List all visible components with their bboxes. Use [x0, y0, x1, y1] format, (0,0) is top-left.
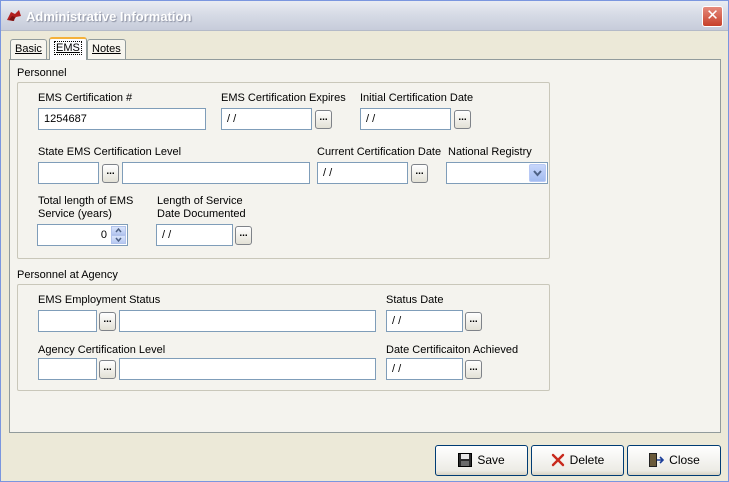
close-button-label: Close	[669, 453, 700, 467]
status-date-label: Status Date	[386, 294, 444, 306]
state-ems-cert-level-description[interactable]	[122, 162, 310, 184]
state-ems-cert-level-label: State EMS Certification Level	[38, 146, 182, 158]
initial-cert-date-picker-button[interactable]: ...	[454, 110, 471, 129]
window-title: Administrative Information	[26, 9, 192, 24]
tab-basic-label: Basic	[15, 43, 42, 55]
initial-cert-date-label: Initial Certification Date	[360, 92, 474, 104]
red-x-icon	[551, 453, 564, 467]
tab-notes[interactable]: Notes	[87, 39, 126, 60]
close-button[interactable]: Close	[627, 445, 721, 476]
date-cert-achieved-label: Date Certificaiton Achieved	[386, 344, 519, 356]
ems-cert-number-label: EMS Certification #	[38, 92, 133, 104]
app-icon	[7, 10, 21, 21]
floppy-disk-icon	[458, 452, 473, 467]
close-icon: ✕	[706, 7, 719, 24]
window-close-button[interactable]: ✕	[702, 6, 723, 27]
chevron-down-icon	[115, 237, 122, 243]
total-service-years-value: 0	[100, 229, 107, 241]
personnel-group: EMS Certification # 1254687 EMS Certific…	[17, 82, 550, 259]
stepper-arrows	[111, 226, 126, 244]
tab-ems-label: EMS	[54, 41, 82, 55]
admin-info-window: Administrative Information ✕ Basic EMS N…	[0, 0, 729, 482]
chevron-down-icon	[533, 170, 542, 177]
ems-cert-expires-input[interactable]: / /	[221, 108, 312, 130]
stepper-down-button[interactable]	[111, 235, 126, 244]
employment-status-description[interactable]	[119, 310, 376, 332]
chevron-up-icon	[115, 227, 122, 233]
national-registry-label: National Registry	[448, 146, 532, 158]
status-date-picker-button[interactable]: ...	[465, 312, 482, 331]
total-service-label-line2: Service (years)	[38, 208, 112, 220]
title-bar[interactable]: Administrative Information ✕	[1, 1, 728, 31]
tab-basic[interactable]: Basic	[10, 39, 47, 60]
tab-ems[interactable]: EMS	[49, 37, 87, 60]
employment-status-label: EMS Employment Status	[38, 294, 161, 306]
delete-button-label: Delete	[569, 453, 605, 467]
ems-cert-number-input[interactable]: 1254687	[38, 108, 206, 130]
initial-cert-date-input[interactable]: / /	[360, 108, 451, 130]
date-cert-achieved-input[interactable]: / /	[386, 358, 463, 380]
service-documented-label-line1: Length of Service	[157, 195, 243, 207]
service-documented-picker-button[interactable]: ...	[235, 226, 252, 245]
agency-group: EMS Employment Status ... Status Date / …	[17, 284, 550, 391]
status-date-input[interactable]: / /	[386, 310, 463, 332]
agency-group-label: Personnel at Agency	[17, 269, 118, 281]
exit-door-icon	[649, 452, 665, 467]
agency-cert-level-description[interactable]	[119, 358, 376, 380]
agency-cert-level-code-input[interactable]	[38, 358, 97, 380]
national-registry-select[interactable]	[446, 162, 548, 184]
ems-cert-expires-picker-button[interactable]: ...	[315, 110, 332, 129]
state-ems-cert-level-lookup-button[interactable]: ...	[102, 164, 119, 183]
personnel-group-label: Personnel	[17, 67, 67, 79]
current-cert-date-picker-button[interactable]: ...	[411, 164, 428, 183]
state-ems-cert-level-code-input[interactable]	[38, 162, 99, 184]
total-service-years-stepper[interactable]: 0	[37, 224, 128, 246]
dropdown-arrow[interactable]	[529, 164, 546, 182]
employment-status-code-input[interactable]	[38, 310, 97, 332]
service-documented-label-line2: Date Documented	[157, 208, 246, 220]
ems-cert-expires-label: EMS Certification Expires	[221, 92, 346, 104]
service-documented-date-input[interactable]: / /	[156, 224, 233, 246]
delete-button[interactable]: Delete	[531, 445, 624, 476]
employment-status-lookup-button[interactable]: ...	[99, 312, 116, 331]
stepper-up-button[interactable]	[111, 226, 126, 235]
tab-panel-ems: Personnel EMS Certification # 1254687 EM…	[9, 59, 721, 433]
agency-cert-level-lookup-button[interactable]: ...	[99, 360, 116, 379]
tab-notes-label: Notes	[92, 43, 121, 55]
date-cert-achieved-picker-button[interactable]: ...	[465, 360, 482, 379]
current-cert-date-label: Current Certification Date	[317, 146, 442, 158]
total-service-label-line1: Total length of EMS	[38, 195, 134, 207]
save-button-label: Save	[477, 453, 505, 467]
save-button[interactable]: Save	[435, 445, 528, 476]
current-cert-date-input[interactable]: / /	[317, 162, 408, 184]
agency-cert-level-label: Agency Certification Level	[38, 344, 166, 356]
